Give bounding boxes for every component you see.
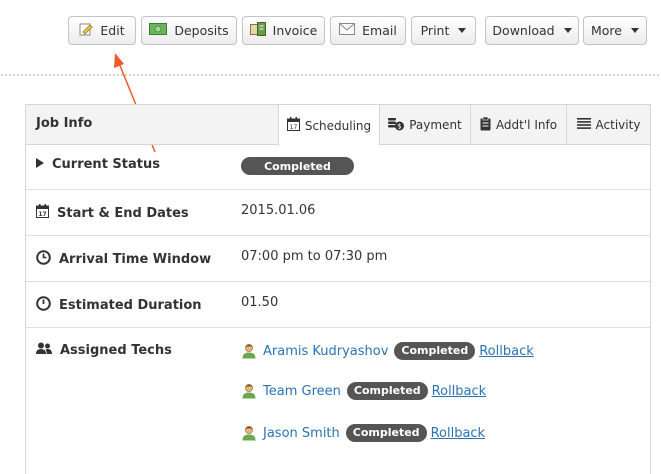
svg-text:17: 17 — [290, 124, 298, 131]
panel-header: Job Info 17 Scheduling $ Payment Addt'l … — [26, 105, 650, 146]
dates-value: 2015.01.06 — [241, 203, 316, 218]
clipboard-icon — [480, 116, 491, 134]
svg-text:17: 17 — [38, 211, 46, 218]
clock-icon — [36, 250, 51, 269]
tab-addtl-info[interactable]: Addt'l Info — [470, 105, 566, 145]
tab-scheduling[interactable]: 17 Scheduling — [278, 105, 379, 146]
rollback-link[interactable]: Rollback — [432, 384, 487, 399]
svg-text:$: $ — [397, 122, 401, 130]
arrival-value: 07:00 pm to 07:30 pm — [241, 249, 388, 264]
row-dates: 17 Start & End Dates 2015.01.06 — [26, 190, 650, 236]
calendar-icon: 17 — [36, 204, 49, 222]
tech-status-badge: Completed — [345, 424, 427, 442]
dates-label-group: 17 Start & End Dates — [36, 204, 189, 222]
user-avatar-icon — [241, 343, 257, 359]
coins-icon: $ — [388, 117, 405, 134]
rollback-link[interactable]: Rollback — [431, 426, 486, 441]
panel-title: Job Info — [36, 116, 93, 131]
calendar-icon: 17 — [286, 117, 300, 134]
users-icon — [36, 342, 52, 359]
tech-item: Jason Smith Completed Rollback — [241, 424, 485, 442]
duration-label-group: Estimated Duration — [36, 296, 202, 315]
tech-name-link[interactable]: Jason Smith — [263, 426, 340, 441]
list-icon — [576, 118, 591, 132]
tech-status-badge: Completed — [394, 342, 476, 360]
tab-activity[interactable]: Activity — [566, 105, 650, 145]
tech-name-link[interactable]: Aramis Kudryashov — [263, 344, 388, 359]
arrival-label-group: Arrival Time Window — [36, 250, 211, 269]
triangle-right-icon — [36, 157, 44, 172]
tech-status-badge: Completed — [346, 382, 428, 400]
tab-payment[interactable]: $ Payment — [379, 105, 470, 145]
rollback-link[interactable]: Rollback — [479, 344, 534, 359]
user-avatar-icon — [241, 383, 257, 399]
duration-value: 01.50 — [241, 295, 279, 310]
row-arrival-window: Arrival Time Window 07:00 pm to 07:30 pm — [26, 236, 650, 282]
row-assigned-techs: Assigned Techs Aramis Kudryashov Complet… — [26, 328, 650, 468]
user-avatar-icon — [241, 425, 257, 441]
tech-item: Aramis Kudryashov Completed Rollback — [241, 342, 534, 360]
current-status-toggle[interactable]: Current Status — [36, 157, 160, 172]
stopwatch-icon — [36, 296, 51, 315]
row-current-status: Current Status Completed — [26, 146, 650, 190]
job-info-panel: Job Info 17 Scheduling $ Payment Addt'l … — [25, 104, 651, 474]
tech-item: Team Green Completed Rollback — [241, 382, 486, 400]
row-estimated-duration: Estimated Duration 01.50 — [26, 282, 650, 328]
status-badge: Completed — [241, 157, 354, 175]
tech-name-link[interactable]: Team Green — [263, 384, 341, 399]
techs-label-group: Assigned Techs — [36, 342, 172, 359]
